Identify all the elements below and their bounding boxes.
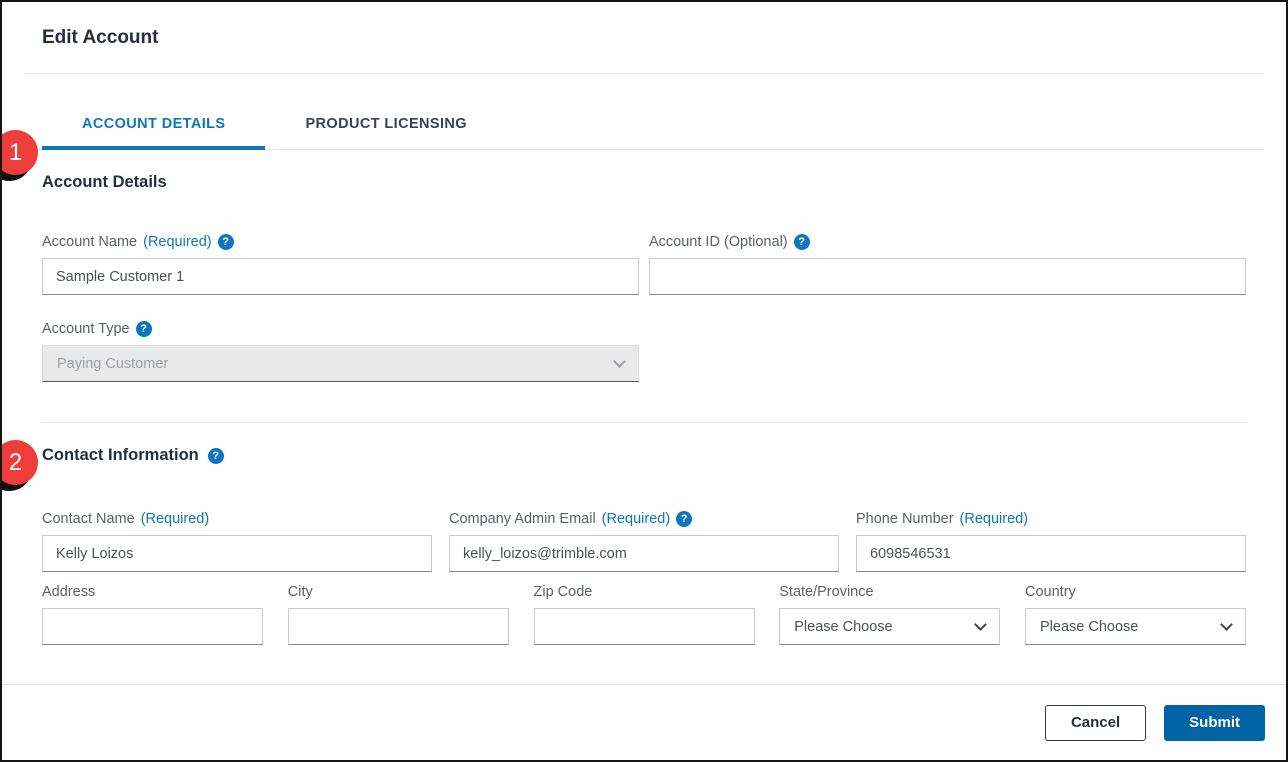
zip-code-input[interactable]	[534, 608, 755, 645]
company-admin-email-label: Company Admin Email (Required) ?	[449, 511, 839, 527]
address-label-text: Address	[42, 584, 95, 600]
edit-account-dialog: 1 2 Edit Account ACCOUNT DETAILS PRODUCT…	[0, 0, 1288, 762]
help-icon[interactable]: ?	[218, 234, 234, 250]
tab-bar: ACCOUNT DETAILS PRODUCT LICENSING	[24, 98, 1264, 150]
header-divider	[24, 73, 1264, 74]
city-field-group: City	[288, 584, 509, 645]
address-input[interactable]	[42, 608, 263, 645]
company-admin-email-field-group: Company Admin Email (Required) ?	[449, 511, 839, 572]
city-input[interactable]	[288, 608, 509, 645]
account-type-label-text: Account Type	[42, 321, 130, 337]
tab-account-details[interactable]: ACCOUNT DETAILS	[42, 98, 265, 149]
city-label: City	[288, 584, 509, 600]
contact-name-label-text: Contact Name	[42, 511, 135, 527]
account-id-field-group: Account ID (Optional) ?	[649, 234, 1246, 295]
state-province-label: State/Province	[779, 584, 1000, 600]
required-tag: (Required)	[141, 511, 210, 527]
required-tag: (Required)	[960, 511, 1029, 527]
country-field-group: Country Please Choose	[1025, 584, 1246, 645]
account-type-select: Paying Customer	[42, 345, 639, 382]
address-field-group: Address	[42, 584, 263, 645]
callout-badge-1: 1	[0, 130, 38, 175]
chevron-down-icon	[613, 355, 626, 368]
account-id-input[interactable]	[649, 258, 1246, 295]
state-province-selected-value: Please Choose	[794, 619, 892, 635]
account-id-label-text: Account ID (Optional)	[649, 234, 788, 250]
dialog-header: Edit Account	[2, 2, 1286, 49]
account-type-selected-value: Paying Customer	[57, 356, 168, 372]
country-label-text: Country	[1025, 584, 1076, 600]
required-tag: (Required)	[143, 234, 212, 250]
account-type-field-group: Account Type ? Paying Customer	[42, 321, 639, 382]
chevron-down-icon	[974, 618, 987, 631]
required-tag: (Required)	[602, 511, 671, 527]
contact-information-heading: Contact Information ?	[42, 446, 1246, 465]
page-title: Edit Account	[42, 27, 1246, 49]
zip-code-label-text: Zip Code	[534, 584, 593, 600]
help-icon[interactable]: ?	[136, 321, 152, 337]
account-name-label: Account Name (Required) ?	[42, 234, 639, 250]
account-details-section: Account Details Account Name (Required) …	[2, 173, 1286, 382]
phone-number-label-text: Phone Number	[856, 511, 954, 527]
company-admin-email-input[interactable]	[449, 535, 839, 572]
tab-product-licensing[interactable]: PRODUCT LICENSING	[265, 98, 506, 149]
account-id-label: Account ID (Optional) ?	[649, 234, 1246, 250]
account-type-label: Account Type ?	[42, 321, 639, 337]
zip-code-label: Zip Code	[534, 584, 755, 600]
state-province-select[interactable]: Please Choose	[779, 608, 1000, 645]
country-select[interactable]: Please Choose	[1025, 608, 1246, 645]
account-name-field-group: Account Name (Required) ?	[42, 234, 639, 295]
country-label: Country	[1025, 584, 1246, 600]
submit-button[interactable]: Submit	[1164, 705, 1265, 741]
help-icon[interactable]: ?	[208, 448, 224, 464]
company-admin-email-label-text: Company Admin Email	[449, 511, 596, 527]
state-province-field-group: State/Province Please Choose	[779, 584, 1000, 645]
phone-number-label: Phone Number (Required)	[856, 511, 1246, 527]
account-name-input[interactable]	[42, 258, 639, 295]
country-selected-value: Please Choose	[1040, 619, 1138, 635]
cancel-button[interactable]: Cancel	[1045, 705, 1146, 741]
chevron-down-icon	[1220, 618, 1233, 631]
contact-information-heading-text: Contact Information	[42, 446, 199, 465]
contact-name-input[interactable]	[42, 535, 432, 572]
contact-name-label: Contact Name (Required)	[42, 511, 432, 527]
account-name-label-text: Account Name	[42, 234, 137, 250]
dialog-footer: Cancel Submit	[2, 684, 1286, 760]
account-details-heading: Account Details	[42, 173, 1246, 192]
section-divider	[42, 422, 1246, 423]
city-label-text: City	[288, 584, 313, 600]
phone-number-input[interactable]	[856, 535, 1246, 572]
contact-information-section: Contact Information ? Contact Name (Requ…	[2, 446, 1286, 645]
state-province-label-text: State/Province	[779, 584, 873, 600]
phone-number-field-group: Phone Number (Required)	[856, 511, 1246, 572]
zip-code-field-group: Zip Code	[534, 584, 755, 645]
contact-name-field-group: Contact Name (Required)	[42, 511, 432, 572]
help-icon[interactable]: ?	[676, 511, 692, 527]
help-icon[interactable]: ?	[794, 234, 810, 250]
address-label: Address	[42, 584, 263, 600]
